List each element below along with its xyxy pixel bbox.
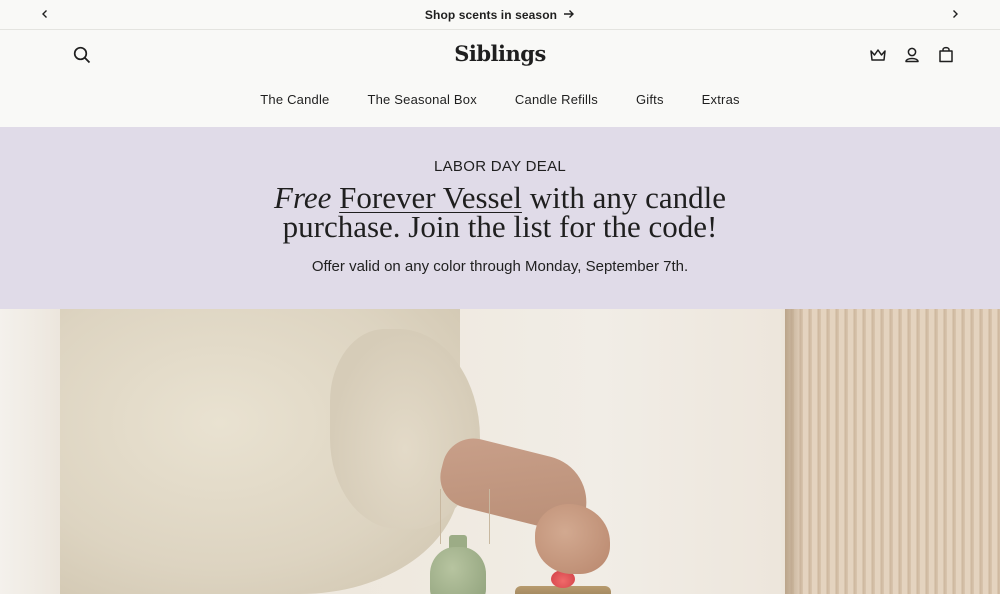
promo-subtext: Offer valid on any color through Monday,… [311, 258, 689, 275]
nav-item-candle-refills[interactable]: Candle Refills [515, 92, 598, 107]
announcement-bar: Shop scents in season [0, 0, 1000, 30]
site-header: Siblings [0, 31, 1000, 83]
promo-headline: Free Forever Vessel with any candle purc… [250, 182, 750, 244]
crown-icon [869, 47, 887, 68]
main-nav: The Candle The Seasonal Box Candle Refil… [0, 83, 1000, 127]
arrow-right-icon [563, 8, 575, 22]
announcement-text: Shop scents in season [424, 7, 558, 22]
nav-item-extras[interactable]: Extras [702, 92, 740, 107]
hero-wall-panel [785, 309, 1000, 594]
chevron-right-icon [950, 6, 960, 24]
hero-vase [430, 547, 486, 594]
promo-headline-rest-2: purchase. Join the list for the code! [282, 209, 718, 244]
promo-banner: LABOR DAY DEAL Free Forever Vessel with … [0, 127, 1000, 309]
promo-eyebrow: LABOR DAY DEAL [433, 158, 567, 175]
announcement-prev-button[interactable] [30, 0, 60, 30]
nav-item-the-candle[interactable]: The Candle [260, 92, 329, 107]
nav-item-gifts[interactable]: Gifts [636, 92, 664, 107]
rewards-button[interactable] [866, 45, 890, 69]
announcement-next-button[interactable] [940, 0, 970, 30]
hero-wall-shadow [785, 309, 803, 594]
hero-hand [535, 504, 610, 574]
cart-button[interactable] [934, 45, 958, 69]
account-button[interactable] [900, 45, 924, 69]
bag-icon [938, 46, 954, 68]
chevron-left-icon [40, 6, 50, 24]
nav-item-seasonal-box[interactable]: The Seasonal Box [367, 92, 476, 107]
announcement-link[interactable]: Shop scents in season [425, 8, 575, 22]
hero-image [0, 309, 1000, 594]
site-logo[interactable]: Siblings [0, 41, 1000, 66]
account-icon [904, 46, 920, 68]
